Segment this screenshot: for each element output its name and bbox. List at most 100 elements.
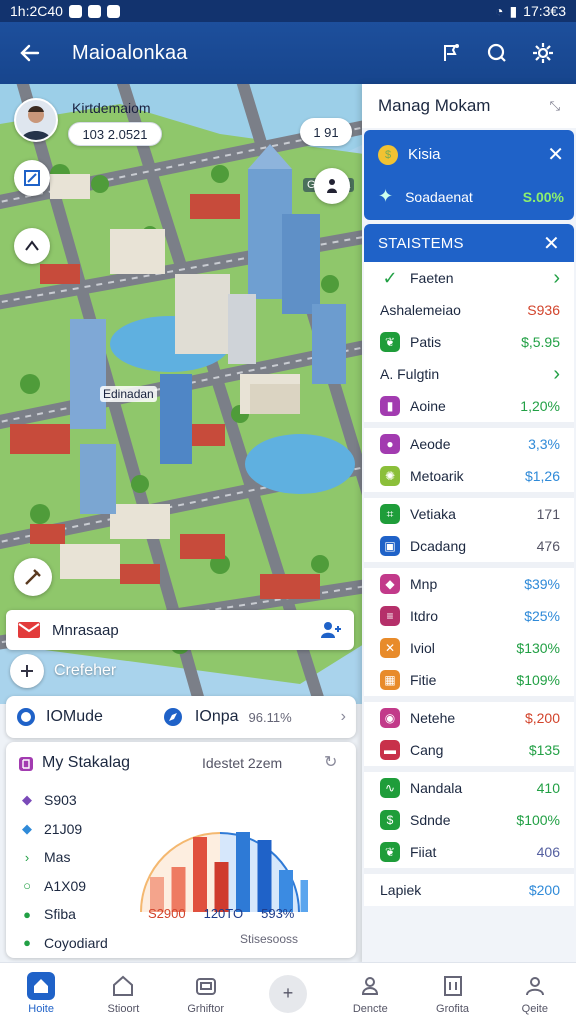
stat-row[interactable]: Ashalemeiao S936 — [364, 294, 574, 326]
leaf-icon: ❦ — [380, 842, 400, 862]
stat-row-label: Faeten — [410, 270, 454, 286]
stat-row[interactable]: ▮ Aoine 1,20% — [364, 390, 574, 422]
sparkle-icon: ✦ — [378, 186, 394, 206]
nav-bag[interactable]: Dencte — [330, 972, 410, 1015]
status-time-right: 17:3€3 — [523, 3, 566, 19]
stat-row[interactable]: ❦ Patis $,5.95 — [364, 326, 574, 358]
notification-icon — [87, 4, 101, 18]
stat-row-label: Fitie — [410, 672, 437, 688]
stat-row[interactable]: ∿ Nandala 410 — [364, 772, 574, 804]
build-button[interactable] — [14, 558, 52, 596]
stat-row[interactable]: ✓ Faeten › — [364, 262, 574, 294]
stat-row[interactable]: ✕ Iviol $130% — [364, 632, 574, 664]
chevron-right-icon[interactable]: › — [341, 708, 346, 726]
user-card[interactable]: Kirtdemaiom 103 2.0521 — [10, 94, 170, 150]
stat-row-label: Netehe — [410, 710, 456, 726]
nav-person[interactable]: Qeite — [495, 972, 575, 1015]
stat-row[interactable]: ❦ Fiiat 406 — [364, 836, 574, 868]
tag-icon: ▬ — [380, 740, 400, 760]
layers-button[interactable] — [14, 160, 50, 196]
stat-row-value: $,200 — [524, 710, 560, 726]
diamond-icon: ◆ — [22, 820, 32, 836]
list-item[interactable]: ○ A1X09 — [20, 872, 130, 901]
stat-row-label: Metoarik — [410, 468, 464, 484]
hammer-icon — [25, 569, 41, 585]
stat-row-label: Fiiat — [410, 844, 437, 860]
mode-2-label[interactable]: IOnpa — [195, 708, 239, 726]
stat-row-value: $39% — [524, 576, 560, 592]
list-item[interactable]: ● Sfiba — [20, 900, 130, 929]
stats-list: ◆ S903 ◆ 21J09 › Mas ○ A1X09 ● Sfiba ● Coyodia… — [20, 786, 130, 957]
stat-row-label: Itdro — [410, 608, 439, 624]
nav-gallery[interactable]: Grhiftor — [166, 972, 246, 1015]
stat-row[interactable]: ● Aeode 3,3% — [364, 428, 574, 460]
stat-row[interactable]: Lapiek $200 — [364, 874, 574, 906]
settings-button[interactable] — [520, 30, 566, 76]
close-icon[interactable]: ✕ — [547, 142, 564, 167]
panel-title: Manag Mokam — [378, 96, 491, 115]
stat-row-label: Aoine — [410, 398, 446, 414]
stats-values: S2900 120TO 593% — [148, 906, 294, 921]
stat-row[interactable]: ≡ Itdro $25% — [364, 600, 574, 632]
circle-icon: ● — [23, 906, 31, 922]
create-row[interactable]: Crefeher — [10, 654, 116, 688]
map-counter-chip[interactable]: 1 91 — [300, 118, 352, 146]
sun-icon: ✺ — [380, 466, 400, 486]
nav-add[interactable]: + — [248, 974, 328, 1013]
search-button[interactable] — [474, 30, 520, 76]
list-item[interactable]: ● Coyodiard — [20, 929, 130, 958]
stat-row[interactable]: ▬ Cang $135 — [364, 734, 574, 766]
message-banner[interactable]: Mnrasaap — [6, 610, 354, 650]
chevron-right-icon: › — [24, 849, 30, 865]
statistics-header: STAISTEMS ✕ — [364, 224, 574, 262]
stat-row[interactable]: $ Sdnde $100% — [364, 804, 574, 836]
stat-row[interactable]: ▦ Fitie $109% — [364, 664, 574, 696]
stat-row-value: $135 — [528, 742, 560, 758]
stat-row-label: Lapiek — [380, 882, 422, 898]
close-icon[interactable]: ✕ — [543, 231, 560, 256]
status-time-left: 1h:2C40 — [10, 3, 63, 19]
mode-1-label[interactable]: IOMude — [46, 708, 103, 726]
nav-shop[interactable]: Stioort — [83, 972, 163, 1015]
status-bar: 1h:2C40 ◔ ▮ 17:3€3 — [0, 0, 576, 22]
tools-button[interactable] — [14, 228, 50, 264]
list-item[interactable]: ◆ S903 — [20, 786, 130, 815]
stat-row-value: $200 — [528, 882, 560, 898]
people-button[interactable] — [314, 168, 350, 204]
stat-row-value: $25% — [524, 608, 560, 624]
notification-icon — [106, 4, 120, 18]
chart-bar — [300, 880, 308, 912]
back-button[interactable] — [10, 33, 50, 73]
add-person-icon[interactable] — [320, 620, 342, 640]
stat-row[interactable]: ◉ Netehe $,200 — [364, 702, 574, 734]
book-icon — [19, 757, 33, 771]
list-item[interactable]: ◆ 21J09 — [20, 815, 130, 844]
stat-row-label: Mnp — [410, 576, 438, 592]
chart-bar — [193, 837, 207, 912]
stat-row-value: 3,3% — [528, 436, 560, 452]
stat-row-label: Patis — [410, 334, 442, 350]
camera-icon — [192, 972, 220, 1000]
stat-row-value: 476 — [536, 538, 560, 554]
stat-row[interactable]: ⌗ Vetiaka 171 — [364, 498, 574, 530]
location-edit-button[interactable] — [428, 30, 474, 76]
stat-row[interactable]: ◆ Mnp $39% — [364, 568, 574, 600]
stat-row[interactable]: ▣ Dcadang 476 — [364, 530, 574, 562]
stat-row-label: Nandala — [410, 780, 463, 796]
stat-row[interactable]: A. Fulgtin › — [364, 358, 574, 390]
avatar — [14, 98, 58, 142]
stat-row[interactable]: ✺ Metoarik $1,26 — [364, 460, 574, 492]
create-button[interactable] — [10, 654, 44, 688]
list-item[interactable]: › Mas — [20, 843, 130, 872]
stat-row-label: Vetiaka — [410, 506, 456, 522]
collapse-icon[interactable]: ⤡ — [550, 98, 560, 114]
coin-icon: $ — [378, 144, 398, 165]
refresh-icon[interactable]: ↻ — [324, 752, 337, 772]
stats-footer: Stisesooss — [240, 932, 299, 946]
nav-profile-building[interactable]: Grofita — [413, 972, 493, 1015]
mode-bar: IOMude IOnpa 96.11% › — [6, 696, 356, 738]
circle-icon: ● — [23, 935, 31, 951]
nav-home[interactable]: Hoite — [1, 972, 81, 1015]
stat-row-value: › — [553, 362, 560, 385]
tile-icon: ▦ — [380, 670, 400, 690]
